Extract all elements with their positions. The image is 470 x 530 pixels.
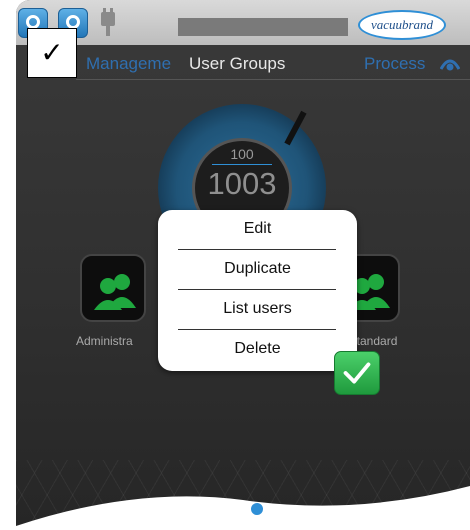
menu-item-list-users[interactable]: List users bbox=[158, 290, 357, 328]
gauge-divider bbox=[212, 164, 272, 165]
tab-strip: Manageme User Groups Process bbox=[16, 48, 470, 78]
bottom-panel-curve bbox=[16, 486, 470, 530]
device-screen: vacuubrand Manageme User Groups Process … bbox=[16, 0, 470, 530]
confirm-button[interactable] bbox=[334, 351, 380, 395]
tab-management[interactable]: Manageme bbox=[86, 54, 171, 74]
eye-icon[interactable] bbox=[440, 57, 460, 71]
top-bar: vacuubrand bbox=[16, 0, 470, 45]
tab-process[interactable]: Process bbox=[364, 54, 425, 74]
overlay-checkbox[interactable]: ✓ bbox=[27, 28, 77, 78]
menu-item-edit[interactable]: Edit bbox=[158, 210, 357, 248]
checkmark-icon bbox=[343, 362, 371, 384]
tab-user-groups[interactable]: User Groups bbox=[189, 54, 285, 74]
user-group-icon bbox=[94, 274, 136, 310]
menu-item-delete[interactable]: Delete bbox=[158, 330, 357, 368]
menu-item-duplicate[interactable]: Duplicate bbox=[158, 250, 357, 288]
network-plug-icon bbox=[100, 8, 116, 38]
tab-divider bbox=[76, 79, 470, 80]
context-menu: Edit Duplicate List users Delete bbox=[158, 210, 357, 371]
group-label-administrator: Administra bbox=[76, 334, 133, 348]
brand-logo: vacuubrand bbox=[358, 10, 446, 40]
page-indicator-dot[interactable] bbox=[251, 503, 263, 515]
group-tile-administrator[interactable] bbox=[80, 254, 146, 322]
gauge-value: 1003 bbox=[207, 166, 277, 201]
title-bar-placeholder bbox=[178, 18, 348, 36]
gauge-setpoint: 100 bbox=[230, 146, 254, 162]
